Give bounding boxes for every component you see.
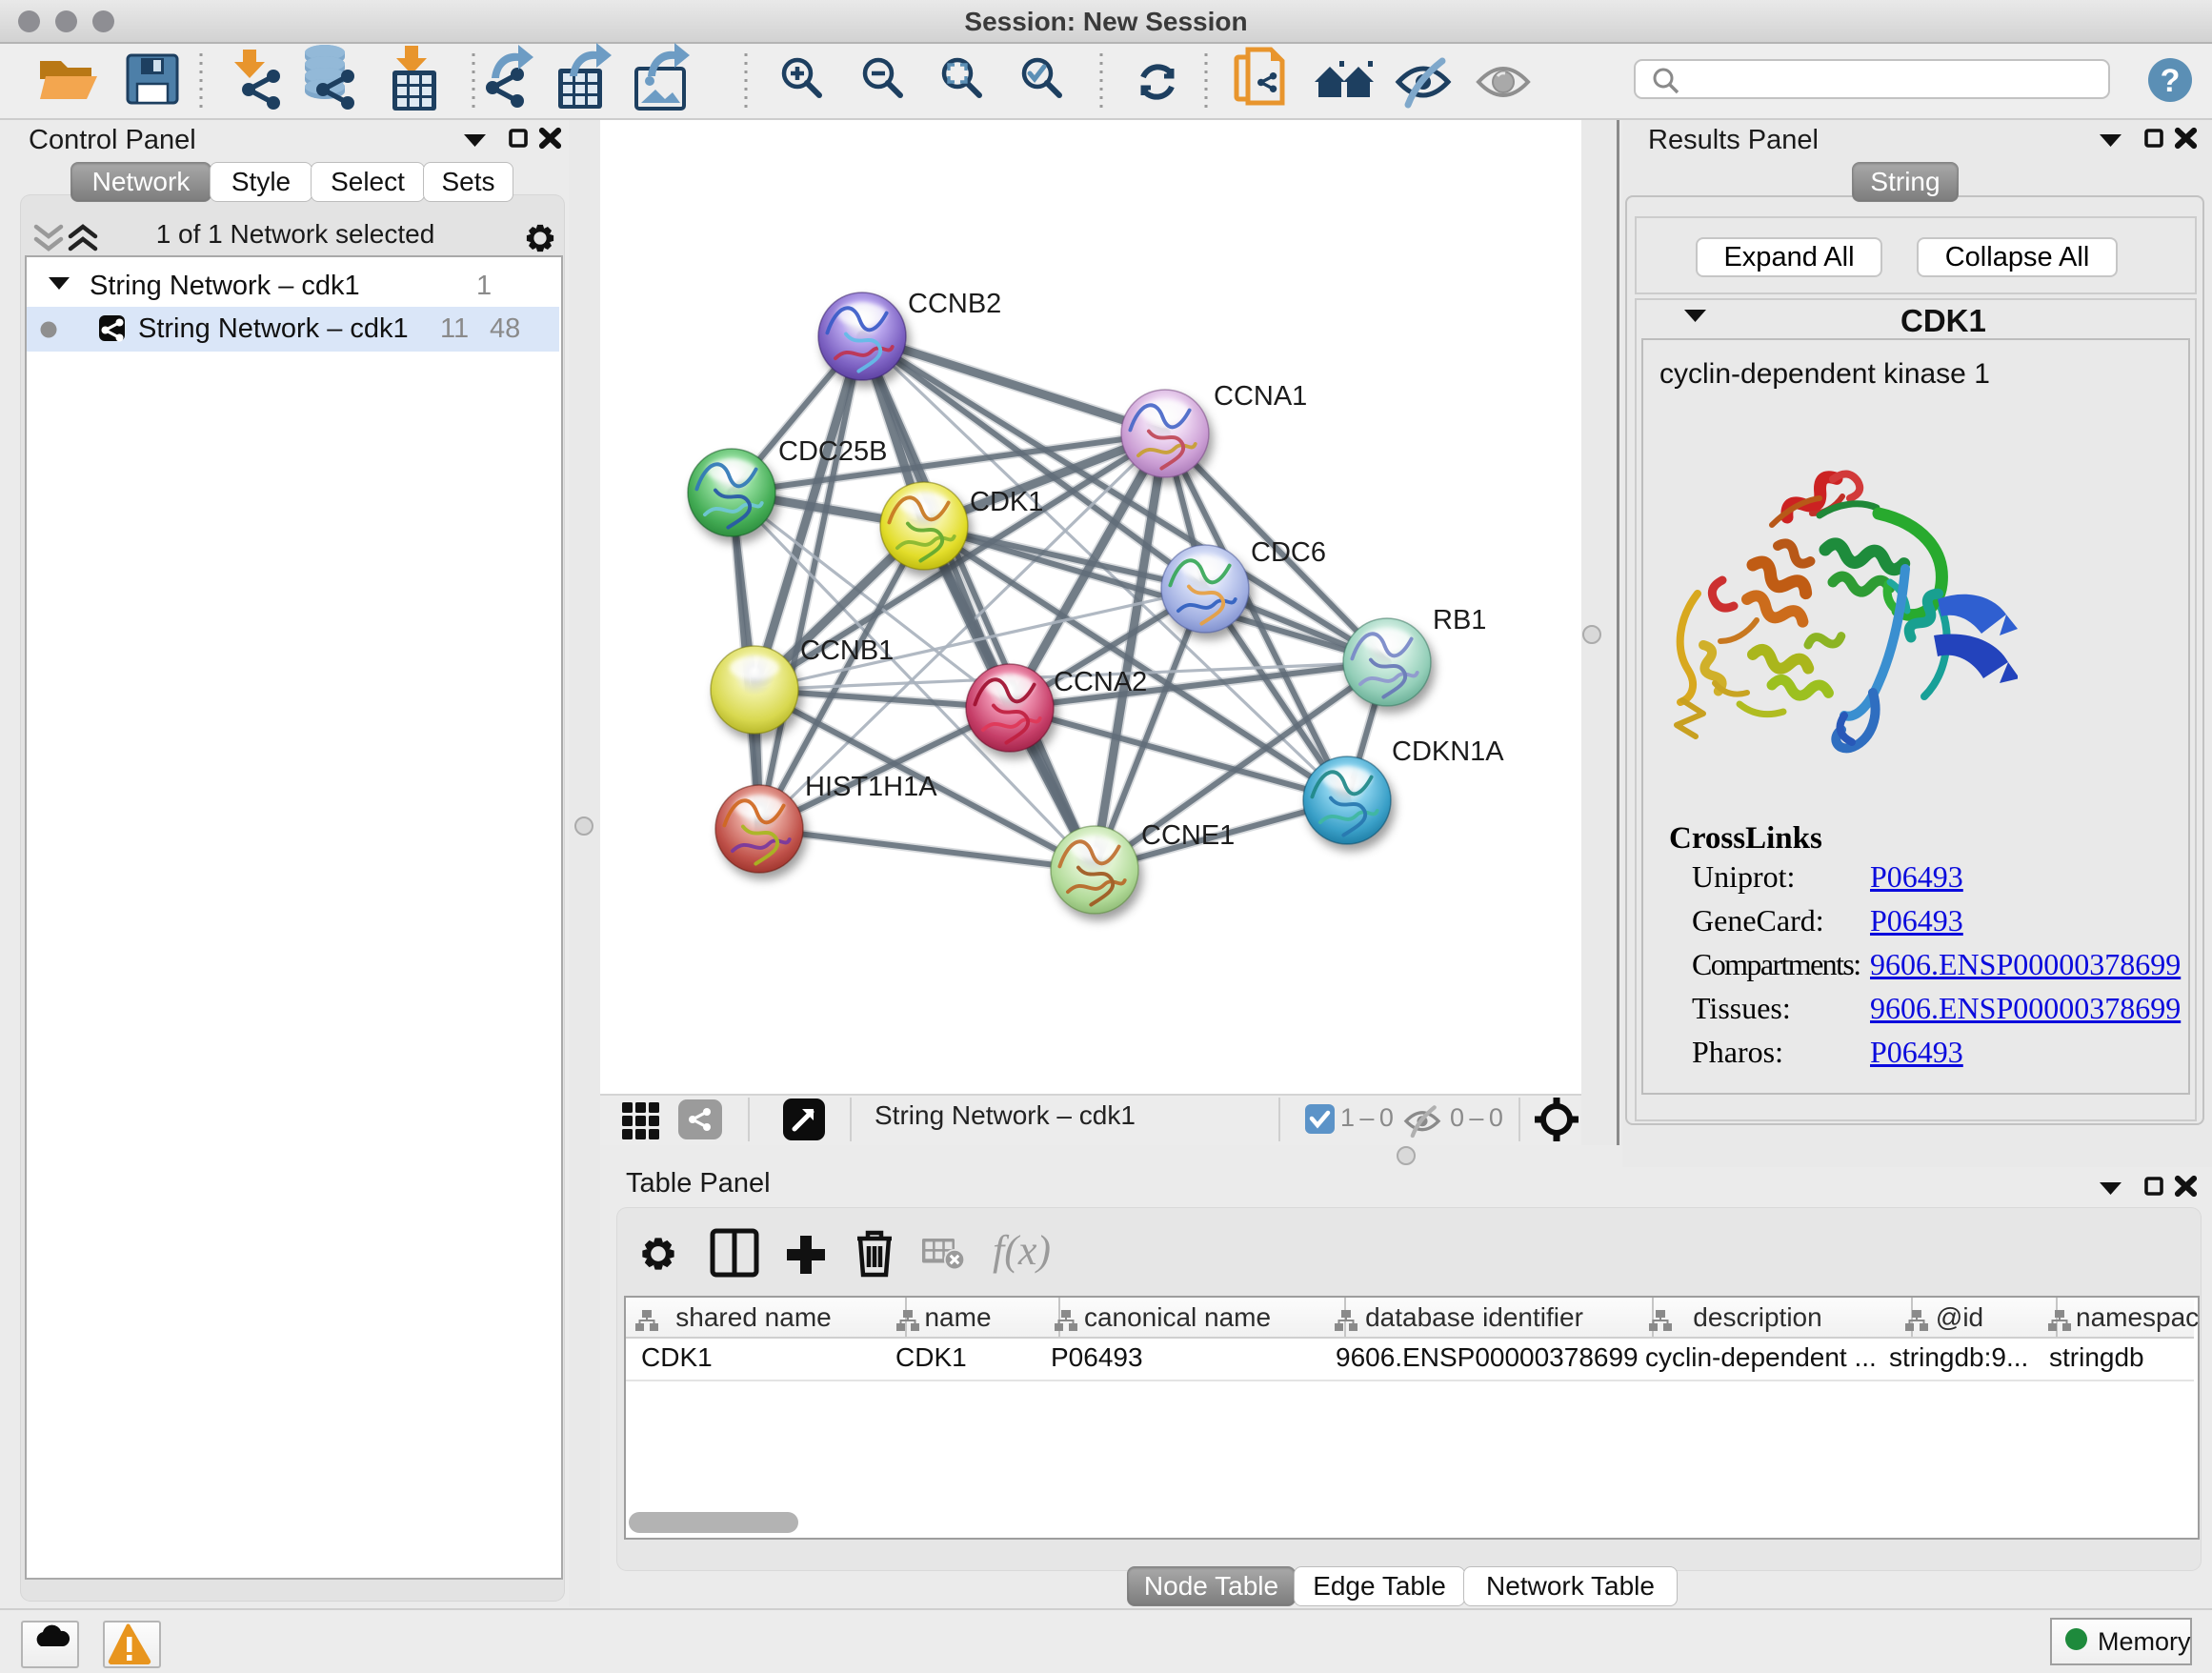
svg-text:CDC25B: CDC25B	[778, 436, 887, 467]
svg-text:CCNA2: CCNA2	[1054, 667, 1147, 697]
svg-text:RB1: RB1	[1433, 605, 1486, 635]
svg-text:CDK1: CDK1	[970, 487, 1043, 517]
svg-text:CCNB1: CCNB1	[800, 635, 894, 666]
svg-text:CCNE1: CCNE1	[1141, 820, 1235, 851]
svg-text:CCNA1: CCNA1	[1214, 381, 1307, 412]
svg-text:CCNB2: CCNB2	[908, 289, 1001, 319]
svg-text:CDC6: CDC6	[1251, 537, 1326, 568]
svg-text:CDKN1A: CDKN1A	[1392, 736, 1504, 767]
svg-text:HIST1H1A: HIST1H1A	[805, 772, 937, 802]
